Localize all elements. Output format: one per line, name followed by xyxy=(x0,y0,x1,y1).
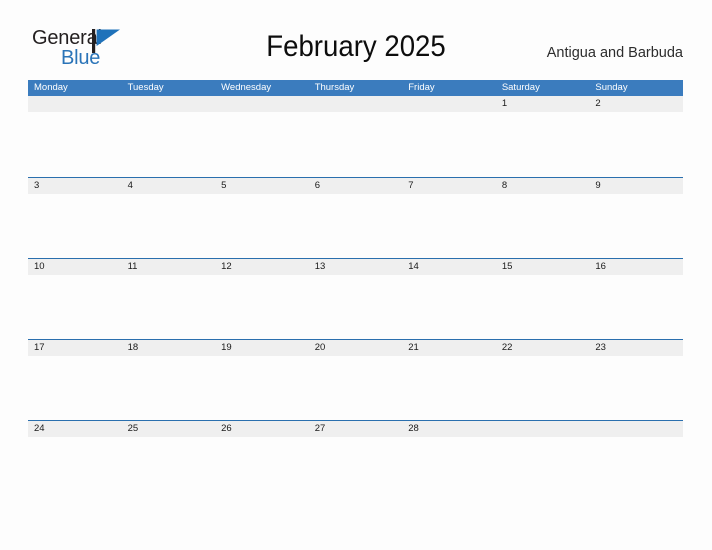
day-number[interactable]: 25 xyxy=(122,421,216,437)
week-row: 1 2 xyxy=(28,96,683,177)
day-number[interactable]: 27 xyxy=(309,421,403,437)
weekday-header-tuesday: Tuesday xyxy=(127,82,164,93)
day-number[interactable]: 17 xyxy=(28,340,122,356)
day-number[interactable] xyxy=(309,96,403,112)
day-number[interactable] xyxy=(402,96,496,112)
week-date-band: 1 2 xyxy=(28,96,683,112)
weekday-header-row: Monday Tuesday Wednesday Thursday Friday… xyxy=(28,80,683,96)
day-number[interactable]: 8 xyxy=(496,178,590,194)
week-event-area[interactable] xyxy=(28,112,683,177)
day-number[interactable]: 10 xyxy=(28,259,122,275)
week-date-band: 3 4 5 6 7 8 9 xyxy=(28,177,683,194)
day-number[interactable]: 4 xyxy=(122,178,216,194)
calendar-grid: Monday Tuesday Wednesday Thursday Friday… xyxy=(28,80,683,502)
day-number[interactable]: 11 xyxy=(122,259,216,275)
week-date-band: 10 11 12 13 14 15 16 xyxy=(28,258,683,275)
week-date-band: 17 18 19 20 21 22 23 xyxy=(28,339,683,356)
week-row: 24 25 26 27 28 xyxy=(28,420,683,502)
week-date-band: 24 25 26 27 28 xyxy=(28,420,683,437)
week-event-area[interactable] xyxy=(28,275,683,340)
week-row: 10 11 12 13 14 15 16 xyxy=(28,258,683,340)
day-number[interactable] xyxy=(28,96,122,112)
day-number[interactable]: 24 xyxy=(28,421,122,437)
day-number[interactable] xyxy=(496,421,590,437)
day-number[interactable] xyxy=(589,421,683,437)
page-header: General Blue February 2025 Antigua and B… xyxy=(0,0,712,80)
day-number[interactable]: 23 xyxy=(589,340,683,356)
weekday-header-monday: Monday xyxy=(34,82,68,93)
weekday-header-sunday: Sunday xyxy=(595,82,628,93)
day-number[interactable]: 19 xyxy=(215,340,309,356)
day-number[interactable]: 9 xyxy=(589,178,683,194)
weekday-header-friday: Friday xyxy=(408,82,435,93)
week-row: 3 4 5 6 7 8 9 xyxy=(28,177,683,259)
day-number[interactable]: 26 xyxy=(215,421,309,437)
day-number[interactable]: 28 xyxy=(402,421,496,437)
week-event-area[interactable] xyxy=(28,194,683,259)
day-number[interactable] xyxy=(215,96,309,112)
day-number[interactable]: 7 xyxy=(402,178,496,194)
day-number[interactable]: 1 xyxy=(496,96,590,112)
day-number[interactable]: 12 xyxy=(215,259,309,275)
day-number[interactable] xyxy=(122,96,216,112)
day-number[interactable]: 20 xyxy=(309,340,403,356)
week-row: 17 18 19 20 21 22 23 xyxy=(28,339,683,421)
week-event-area[interactable] xyxy=(28,356,683,421)
day-number[interactable]: 6 xyxy=(309,178,403,194)
day-number[interactable]: 18 xyxy=(122,340,216,356)
day-number[interactable]: 21 xyxy=(402,340,496,356)
day-number[interactable]: 13 xyxy=(309,259,403,275)
day-number[interactable]: 16 xyxy=(589,259,683,275)
day-number[interactable]: 14 xyxy=(402,259,496,275)
weekday-header-thursday: Thursday xyxy=(314,82,355,93)
day-number[interactable]: 3 xyxy=(28,178,122,194)
week-event-area[interactable] xyxy=(28,437,683,502)
day-number[interactable]: 2 xyxy=(589,96,683,112)
day-number[interactable]: 15 xyxy=(496,259,590,275)
day-number[interactable]: 22 xyxy=(496,340,590,356)
day-number[interactable]: 5 xyxy=(215,178,309,194)
locale-label: Antigua and Barbuda xyxy=(546,45,683,61)
weekday-header-saturday: Saturday xyxy=(501,82,540,93)
weekday-header-wednesday: Wednesday xyxy=(221,82,272,93)
